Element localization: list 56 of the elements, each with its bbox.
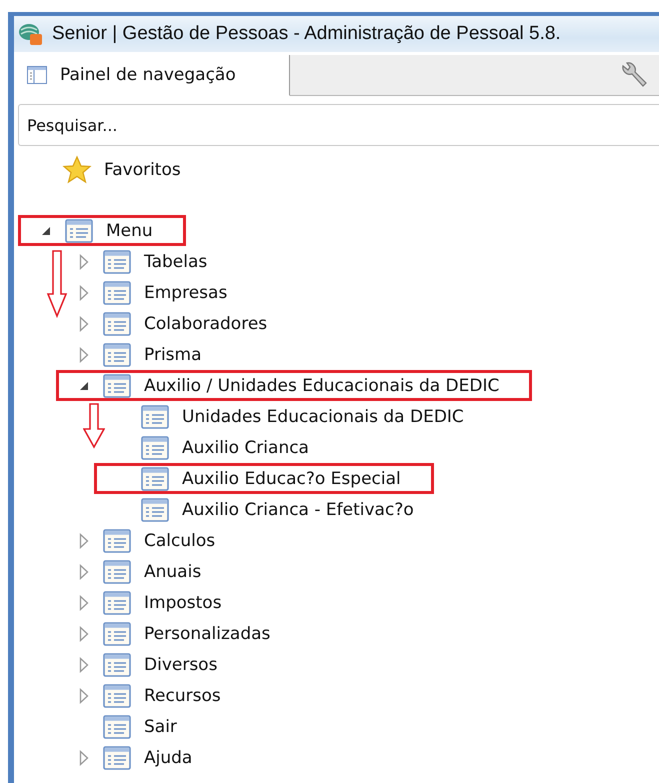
menu-icon xyxy=(103,280,131,304)
app-icon xyxy=(18,21,44,47)
tree-item[interactable]: Calculos xyxy=(144,530,216,550)
tree-item[interactable]: Impostos xyxy=(144,592,222,612)
menu-icon xyxy=(65,218,93,242)
menu-icon xyxy=(103,684,131,708)
collapsed-icon[interactable] xyxy=(79,688,89,704)
collapsed-icon[interactable] xyxy=(79,750,89,766)
collapsed-icon[interactable] xyxy=(79,316,89,332)
menu-icon xyxy=(103,622,131,646)
menu-icon xyxy=(141,436,169,460)
tree-item[interactable]: Favoritos xyxy=(104,160,181,180)
collapsed-icon[interactable] xyxy=(79,656,89,672)
menu-icon xyxy=(103,528,131,552)
tree-item[interactable]: Ajuda xyxy=(144,748,192,768)
menu-icon xyxy=(141,498,169,522)
tree-item[interactable]: Empresas xyxy=(144,282,228,302)
tree-item[interactable]: Auxilio Crianca - Efetivac?o xyxy=(182,500,414,520)
collapsed-icon[interactable] xyxy=(79,626,89,642)
collapsed-icon[interactable] xyxy=(79,594,89,610)
search-field[interactable]: Pesquisar... xyxy=(18,104,659,146)
tree-item[interactable]: Personalizadas xyxy=(144,624,270,644)
menu-icon xyxy=(141,466,169,490)
menu-icon xyxy=(141,404,169,428)
tree-item[interactable]: Auxilio Educac?o Especial xyxy=(182,468,401,488)
tree-item[interactable]: Recursos xyxy=(144,686,221,706)
tree-item[interactable]: Tabelas xyxy=(144,252,208,272)
tree-item[interactable]: Auxilio / Unidades Educacionais da DEDIC xyxy=(144,376,500,396)
menu-icon xyxy=(103,714,131,738)
window-title: Senior | Gestão de Pessoas - Administração de Pessoal 5.8. xyxy=(52,23,561,45)
tree-item[interactable]: Diversos xyxy=(144,654,218,674)
tree-item[interactable]: Sair xyxy=(144,716,177,736)
menu-icon xyxy=(103,746,131,770)
collapsed-icon[interactable] xyxy=(79,346,89,362)
expanded-icon[interactable] xyxy=(41,226,51,236)
tree-item[interactable]: Menu xyxy=(106,220,153,240)
menu-icon xyxy=(103,342,131,366)
menu-icon xyxy=(103,652,131,676)
menu-icon xyxy=(103,312,131,336)
menu-icon xyxy=(103,250,131,274)
menu-icon xyxy=(103,374,131,398)
tree-item[interactable]: Auxilio Crianca xyxy=(182,438,309,458)
expanded-icon[interactable] xyxy=(79,380,89,390)
collapsed-icon[interactable] xyxy=(79,564,89,580)
navigation-tab[interactable]: Painel de navegação xyxy=(14,55,290,96)
panel-icon xyxy=(26,64,48,86)
star-icon xyxy=(62,154,92,184)
tree-item[interactable]: Prisma xyxy=(144,344,202,364)
menu-icon xyxy=(103,590,131,614)
tree-item[interactable]: Unidades Educacionais da DEDIC xyxy=(182,406,464,426)
menu-icon xyxy=(103,560,131,584)
collapsed-icon[interactable] xyxy=(79,254,89,270)
collapsed-icon[interactable] xyxy=(79,284,89,300)
tree-item[interactable]: Colaboradores xyxy=(144,314,268,334)
collapsed-icon[interactable] xyxy=(79,532,89,548)
tree-item[interactable]: Anuais xyxy=(144,562,202,582)
